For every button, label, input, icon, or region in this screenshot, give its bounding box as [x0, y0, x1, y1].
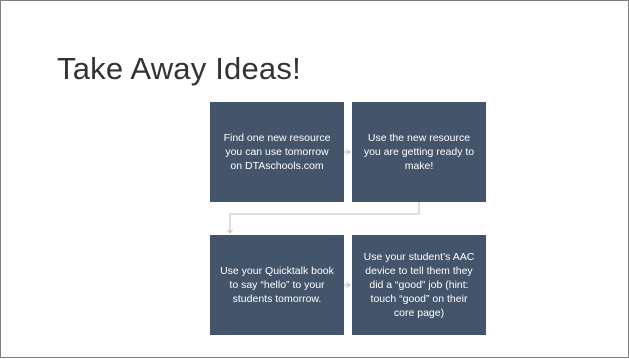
- connector-arrow-2-3: [227, 229, 233, 234]
- connector-line-2-3: [229, 202, 420, 233]
- step-text-3: Use your Quicktalk book to say “hello” t…: [220, 264, 334, 306]
- step-box-3: Use your Quicktalk book to say “hello” t…: [210, 235, 344, 335]
- step-box-1: Find one new resource you can use tomorr…: [210, 102, 344, 202]
- step-text-1: Find one new resource you can use tomorr…: [223, 131, 331, 173]
- step-text-4: Use your student’s AAC device to tell th…: [363, 250, 475, 320]
- connector-arrow-1-2: [345, 149, 351, 155]
- slide: Take Away Ideas! Find one new resource y…: [0, 0, 629, 358]
- step-box-4: Use your student’s AAC device to tell th…: [352, 235, 486, 335]
- slide-title: Take Away Ideas!: [57, 51, 301, 86]
- connector-arrow-3-4: [346, 282, 351, 288]
- step-box-2: Use the new resource you are getting rea…: [352, 102, 486, 202]
- step-text-2: Use the new resource you are getting rea…: [363, 131, 475, 173]
